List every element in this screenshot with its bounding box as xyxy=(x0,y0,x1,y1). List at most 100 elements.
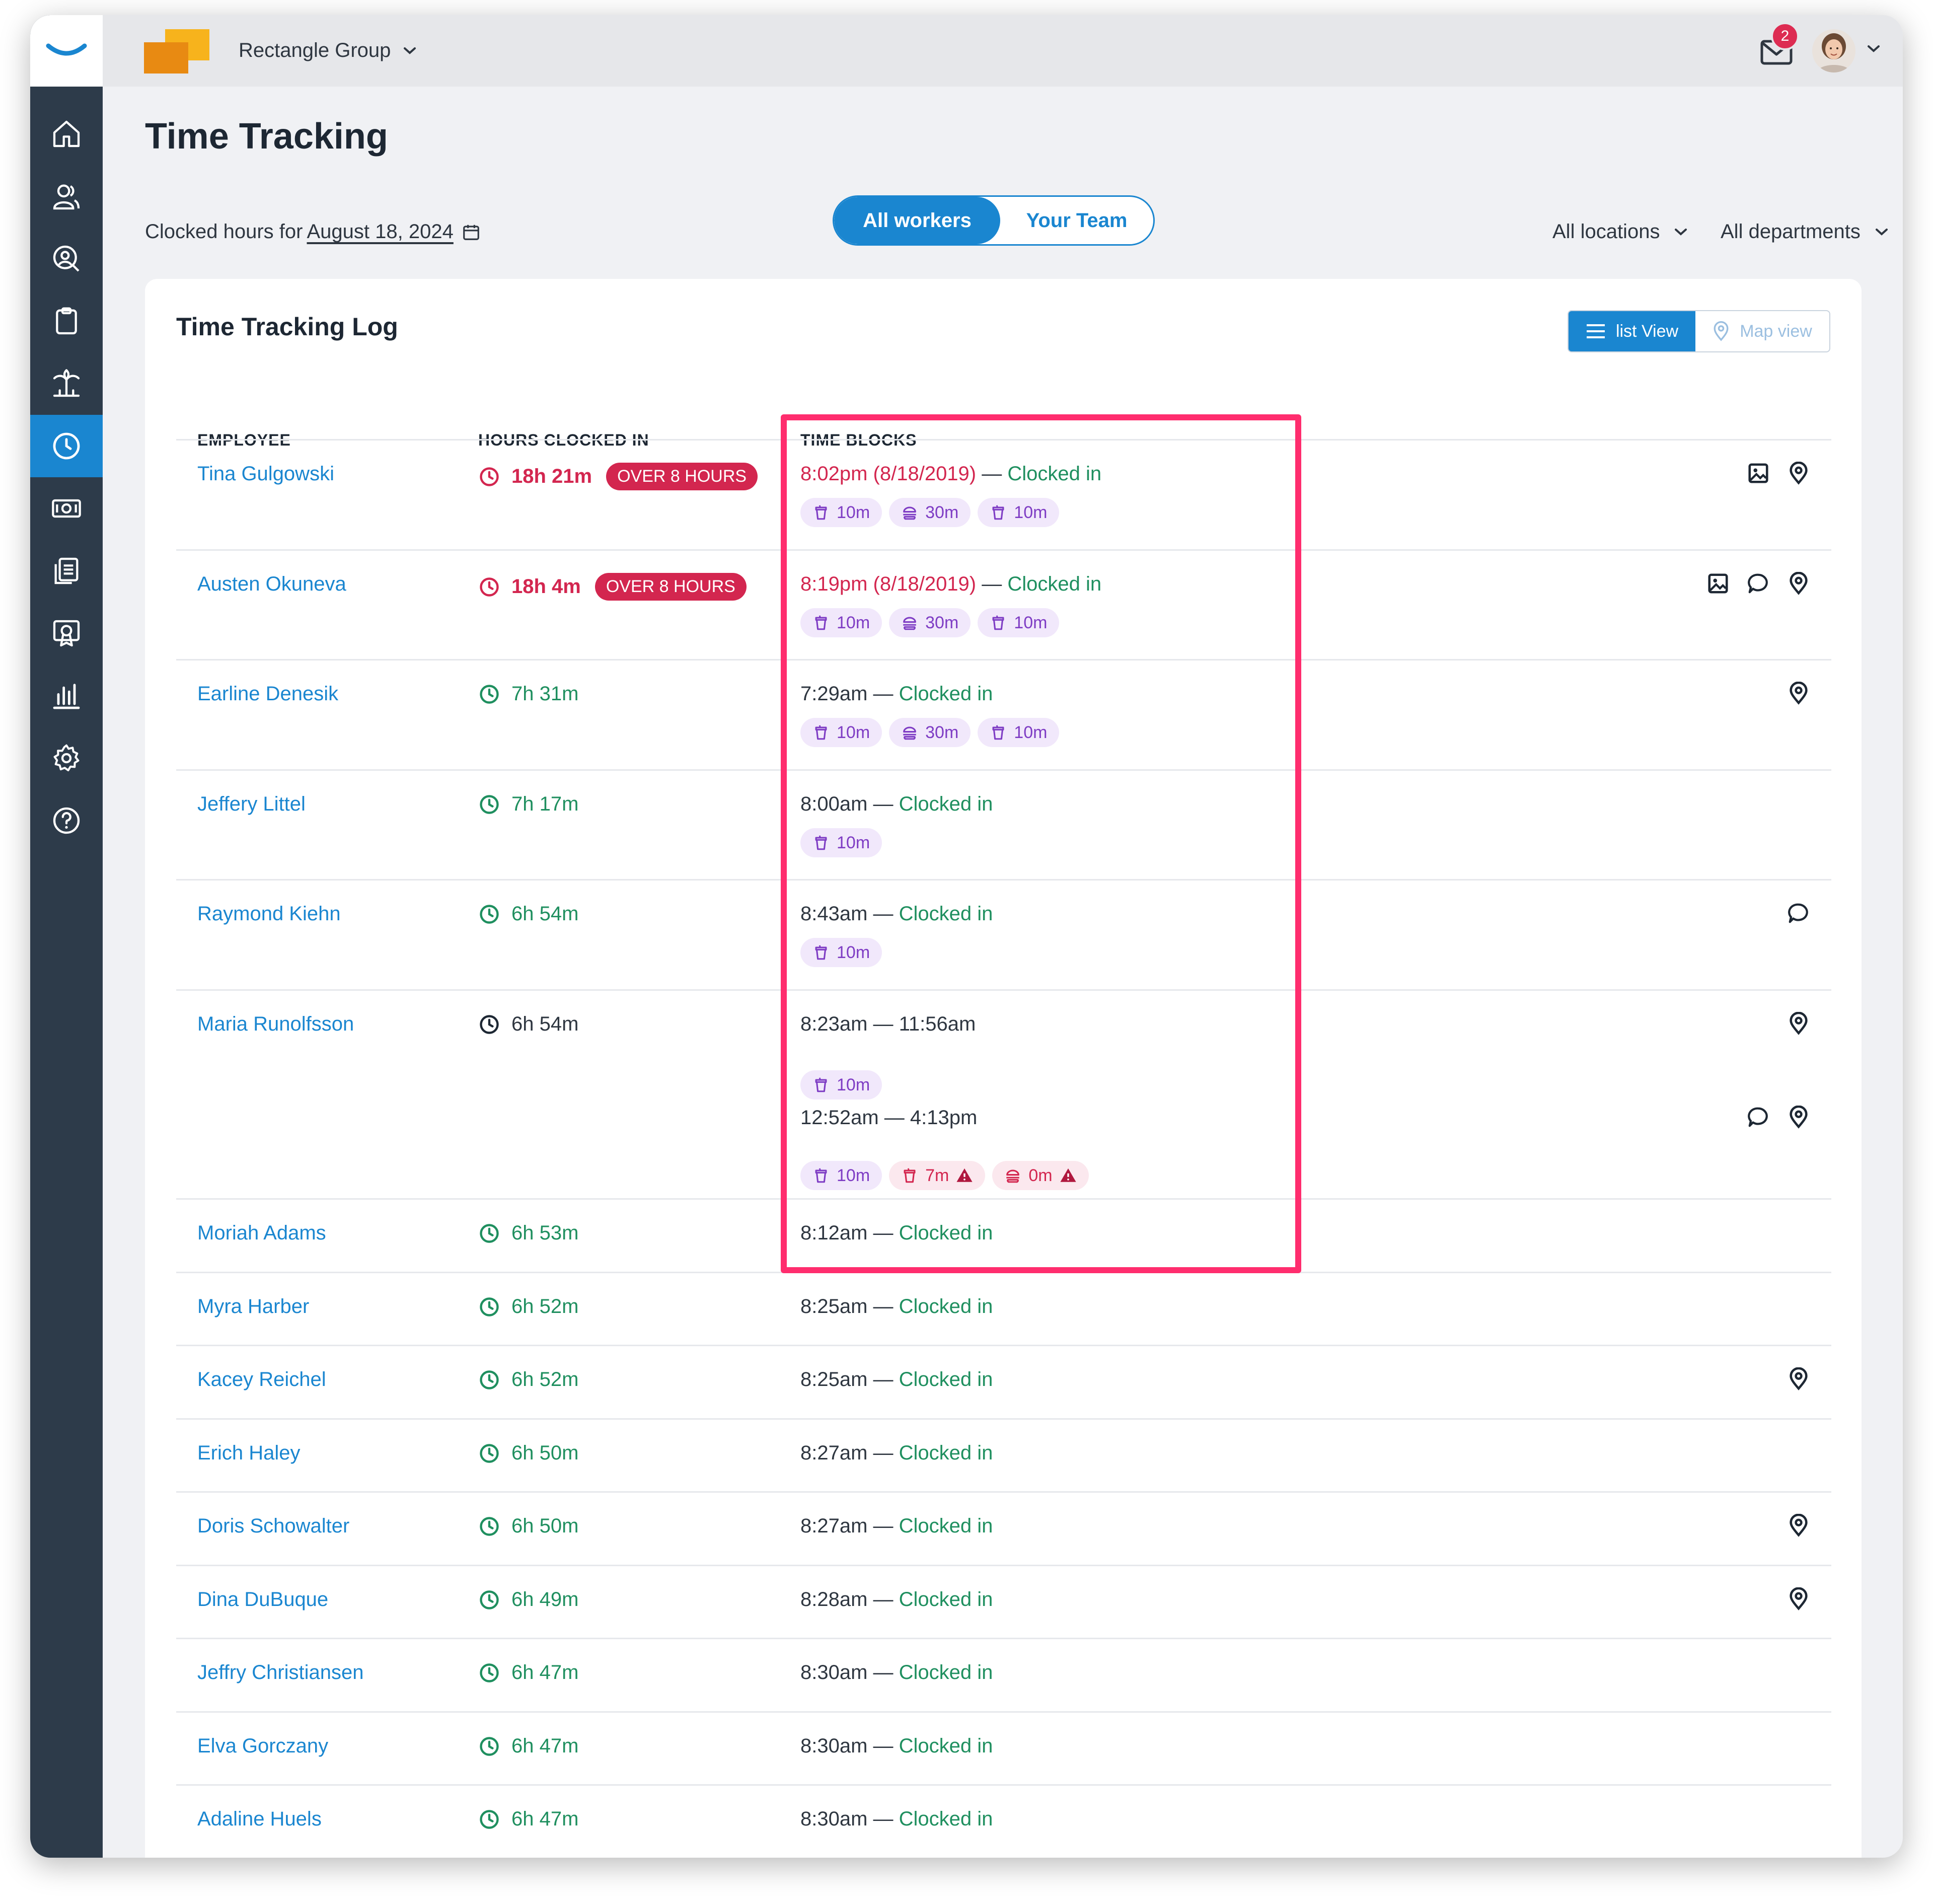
clock-icon xyxy=(480,904,499,924)
employee-name[interactable]: Earline Denesik xyxy=(197,683,338,705)
location-icon xyxy=(1790,1011,1808,1035)
break-pill: 10m xyxy=(800,608,882,637)
location-button[interactable] xyxy=(1787,1105,1810,1131)
clock-in-time: 8:25am xyxy=(800,1368,868,1390)
clock-in-time: 8:12am xyxy=(800,1222,868,1244)
image-icon xyxy=(1748,463,1768,483)
clock-icon xyxy=(480,1590,499,1609)
sidebar-item-documents[interactable] xyxy=(30,540,103,602)
break-cup-icon xyxy=(815,835,827,850)
employee-name[interactable]: Maria Runolfsson xyxy=(197,1013,354,1036)
image-button[interactable] xyxy=(1706,572,1730,598)
clock-in-time: 8:00am xyxy=(800,793,868,815)
employee-name[interactable]: Jeffery Littel xyxy=(197,793,306,816)
chevron-down-icon[interactable] xyxy=(1867,44,1881,53)
employee-name[interactable]: Doris Schowalter xyxy=(197,1515,349,1537)
location-button[interactable] xyxy=(1787,1513,1810,1540)
map-view-button[interactable]: Map view xyxy=(1695,311,1829,351)
sidebar-item-candidates[interactable] xyxy=(30,228,103,290)
break-cup-icon xyxy=(992,725,1004,740)
avatar[interactable] xyxy=(1812,29,1855,72)
settings-icon xyxy=(53,744,80,771)
page-title: Time Tracking xyxy=(145,116,388,157)
employee-name[interactable]: Elva Gorczany xyxy=(197,1735,328,1757)
table-row: Earline Denesik 7h 31m 7:29am — Clocked in… xyxy=(176,659,1831,771)
sidebar-item-people[interactable] xyxy=(30,165,103,228)
break-duration: 30m xyxy=(925,722,959,742)
employee-name[interactable]: Moriah Adams xyxy=(197,1222,326,1244)
break-pill: 10m xyxy=(800,828,882,857)
sidebar-item-vacation[interactable] xyxy=(30,352,103,415)
comment-button[interactable] xyxy=(1787,902,1810,927)
employee-name[interactable]: Austen Okuneva xyxy=(197,573,346,596)
comment-button[interactable] xyxy=(1747,1106,1770,1131)
list-view-button[interactable]: list View xyxy=(1569,311,1695,351)
location-button[interactable] xyxy=(1787,571,1810,598)
date-value: August 18, 2024 xyxy=(307,221,454,243)
location-button[interactable] xyxy=(1787,1587,1810,1613)
location-button[interactable] xyxy=(1787,1011,1810,1038)
break-duration: 10m xyxy=(837,502,870,522)
break-duration: 7m xyxy=(925,1165,949,1185)
comment-icon xyxy=(1748,1107,1768,1127)
time-block: 8:30am — Clocked in xyxy=(800,1735,993,1757)
departments-filter[interactable]: All departments xyxy=(1721,221,1889,243)
hours-value: 6h 47m xyxy=(511,1661,579,1683)
clock-status: Clocked in xyxy=(899,1661,993,1683)
location-button[interactable] xyxy=(1787,1367,1810,1393)
break-pill: 10m xyxy=(800,498,882,527)
time-block: 8:25am — Clocked in xyxy=(800,1295,993,1317)
sidebar-item-reports[interactable] xyxy=(30,665,103,727)
table-row: Maria Runolfsson 6h 54m 8:23am — 11:56am 10… xyxy=(176,989,1831,1200)
location-button[interactable] xyxy=(1787,461,1810,487)
view-switch: list View Map view xyxy=(1568,310,1830,352)
break-pill-warning: 7m xyxy=(889,1161,986,1190)
sidebar-item-help[interactable] xyxy=(30,789,103,852)
sidebar-item-time-tracking[interactable] xyxy=(30,415,103,477)
employee-name[interactable]: Adaline Huels xyxy=(197,1808,322,1830)
hours-clocked: 6h 49m xyxy=(478,1588,578,1611)
hours-value: 18h 4m xyxy=(511,575,581,598)
chevron-down-icon xyxy=(1875,228,1888,236)
employee-name[interactable]: Jeffry Christiansen xyxy=(197,1661,364,1684)
table-row: Raymond Kiehn 6h 54m 8:43am — Clocked in 10… xyxy=(176,879,1831,991)
meal-break-icon xyxy=(903,617,917,630)
employee-name[interactable]: Tina Gulgowski xyxy=(197,463,334,485)
hours-clocked: 7h 17m xyxy=(478,793,578,816)
all-workers-button[interactable]: All workers xyxy=(834,197,1000,244)
table-row: Adaline Huels 6h 47m 8:30am — Clocked in xyxy=(176,1784,1831,1858)
clocked-hours-date: Clocked hours for August 18, 2024 xyxy=(145,221,481,243)
sidebar-item-home[interactable] xyxy=(30,103,103,165)
employee-name[interactable]: Dina DuBuque xyxy=(197,1588,328,1611)
card-title: Time Tracking Log xyxy=(176,313,398,341)
app-logo[interactable] xyxy=(30,15,103,87)
clocked-label: Clocked hours for xyxy=(145,221,303,243)
clock-status: Clocked in xyxy=(899,1808,993,1830)
employee-name[interactable]: Erich Haley xyxy=(197,1442,301,1464)
date-picker[interactable]: August 18, 2024 xyxy=(307,221,480,243)
company-name: Rectangle Group xyxy=(239,39,391,61)
sidebar-item-training[interactable] xyxy=(30,602,103,665)
sidebar-item-settings[interactable] xyxy=(30,727,103,789)
break-duration: 10m xyxy=(1014,502,1048,522)
sidebar-item-payroll[interactable] xyxy=(30,477,103,540)
employee-name[interactable]: Myra Harber xyxy=(197,1295,309,1318)
locations-filter[interactable]: All locations xyxy=(1552,221,1688,243)
comment-button[interactable] xyxy=(1747,572,1770,598)
clock-icon xyxy=(480,1297,499,1316)
home-icon xyxy=(53,120,80,148)
break-duration: 10m xyxy=(1014,722,1048,742)
hours-clocked: 6h 54m xyxy=(478,903,578,925)
clock-icon xyxy=(53,432,80,460)
location-button[interactable] xyxy=(1787,681,1810,707)
sidebar-item-tasks[interactable] xyxy=(30,290,103,352)
break-pill: 10m xyxy=(800,718,882,747)
employee-name[interactable]: Kacey Reichel xyxy=(197,1368,326,1391)
time-block: 8:30am — Clocked in xyxy=(800,1808,993,1830)
employee-name[interactable]: Raymond Kiehn xyxy=(197,903,341,925)
image-button[interactable] xyxy=(1747,462,1770,487)
list-icon xyxy=(1586,324,1605,338)
your-team-button[interactable]: Your Team xyxy=(1000,197,1153,244)
clock-icon xyxy=(480,1370,499,1389)
company-selector[interactable]: Rectangle Group xyxy=(239,39,417,62)
